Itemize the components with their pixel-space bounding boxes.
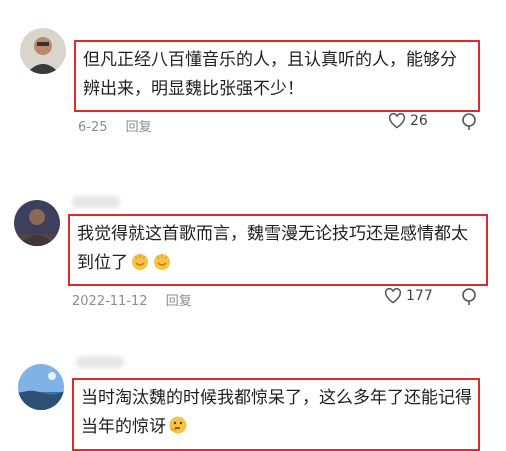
comment-text: 但凡正经八百懂音乐的人，且认真听的人，能够分辨出来，明显魏比张强不少！: [83, 50, 457, 99]
thinking-face-emoji: [168, 415, 188, 435]
comment-item: 我觉得就这首歌而言，魏雪漫无论技巧还是感情都太到位了 2022-11-12 回复…: [0, 190, 506, 320]
username: [72, 196, 120, 208]
comment-item: 但凡正经八百懂音乐的人，且认真听的人，能够分辨出来，明显魏比张强不少！ 6-25…: [0, 0, 506, 140]
comment-text-content: 当时淘汰魏的时候我都惊呆了，这么多年了还能记得当年的惊讶: [81, 388, 472, 437]
avatar-image: [14, 200, 60, 246]
comment-meta: 2022-11-12 回复: [72, 290, 192, 309]
avatar[interactable]: [18, 364, 64, 410]
comment-item: 当时淘汰魏的时候我都惊呆了，这么多年了还能记得当年的惊讶: [0, 350, 506, 451]
highlighted-comment-box: 当时淘汰魏的时候我都惊呆了，这么多年了还能记得当年的惊讶: [72, 378, 480, 451]
comment-date: 6-25: [78, 120, 108, 135]
highlighted-comment-box: 我觉得就这首歌而言，魏雪漫无论技巧还是感情都太到位了: [68, 214, 488, 286]
comment-text: 我觉得就这首歌而言，魏雪漫无论技巧还是感情都太到位了: [77, 220, 480, 278]
avatar[interactable]: [20, 28, 66, 74]
heart-icon: [388, 113, 406, 129]
dislike-icon[interactable]: [462, 288, 476, 306]
clapping-hands-emoji: [152, 251, 172, 271]
highlighted-comment-box: 但凡正经八百懂音乐的人，且认真听的人，能够分辨出来，明显魏比张强不少！: [74, 40, 480, 112]
reply-button[interactable]: 回复: [166, 294, 192, 309]
comment-text: 当时淘汰魏的时候我都惊呆了，这么多年了还能记得当年的惊讶: [81, 384, 472, 442]
like-button[interactable]: 26: [388, 113, 428, 129]
username: [76, 356, 124, 368]
dislike-icon[interactable]: [462, 113, 476, 131]
comment-date: 2022-11-12: [72, 294, 148, 309]
like-count: 26: [410, 113, 428, 129]
avatar[interactable]: [14, 200, 60, 246]
heart-icon: [384, 288, 402, 304]
clapping-hands-emoji: [130, 251, 150, 271]
avatar-image: [20, 28, 66, 74]
like-button[interactable]: 177: [384, 288, 433, 304]
like-count: 177: [406, 288, 433, 304]
comment-meta: 6-25 回复: [78, 116, 152, 135]
avatar-image: [18, 364, 64, 410]
reply-button[interactable]: 回复: [126, 120, 152, 135]
